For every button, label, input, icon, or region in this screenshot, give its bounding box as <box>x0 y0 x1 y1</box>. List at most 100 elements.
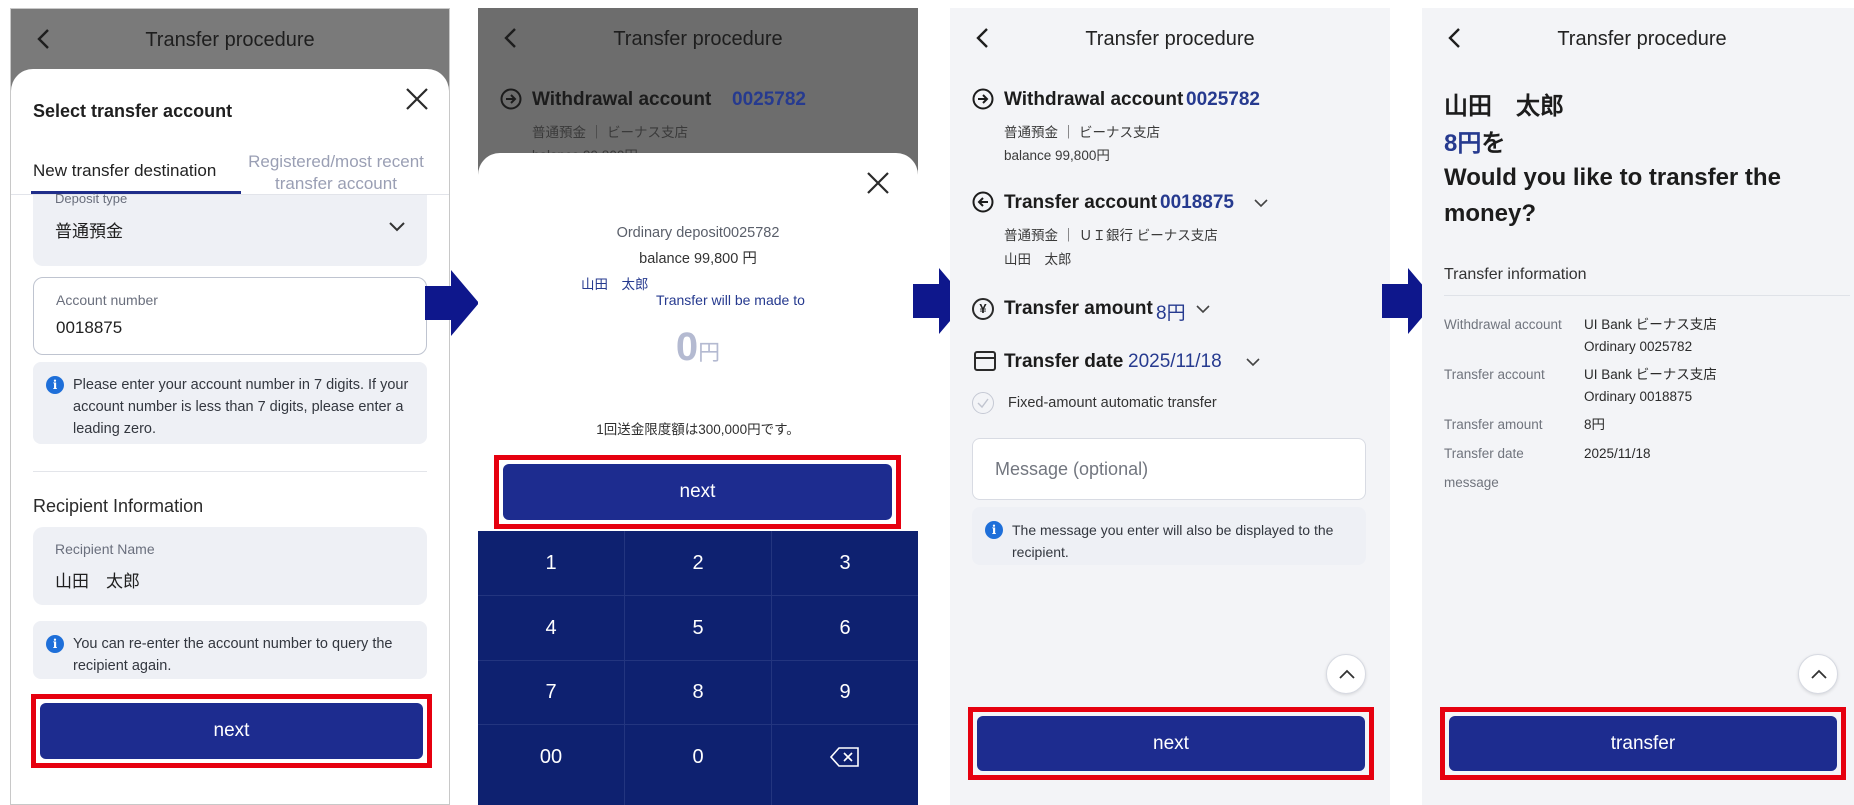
screen-enter-amount: Transfer procedure Withdrawal account 00… <box>478 8 918 805</box>
amount-line: 8円を <box>1444 123 1505 158</box>
amount-label[interactable]: Transfer amount <box>1004 298 1153 320</box>
fixed-amount-label[interactable]: Fixed-amount automatic transfer <box>1008 395 1217 411</box>
header: Transfer procedure <box>478 8 918 68</box>
row-key: message <box>1444 475 1499 490</box>
key-1[interactable]: 1 <box>478 531 624 595</box>
fixed-amount-checkbox[interactable] <box>972 392 994 414</box>
backspace-icon <box>830 747 859 767</box>
message-hint: i The message you enter will also be dis… <box>972 507 1366 565</box>
amount-display: 0円 <box>478 325 918 370</box>
amount-value[interactable]: 8円 <box>1156 298 1186 325</box>
key-00[interactable]: 00 <box>478 725 624 789</box>
yen-circle-icon: ¥ <box>972 298 994 320</box>
header: Transfer procedure <box>11 9 449 69</box>
screen-transfer-details: Transfer procedure Withdrawal account 00… <box>950 8 1390 805</box>
row-value: 2025/11/18 <box>1584 446 1651 461</box>
withdrawal-number: 0025782 <box>1186 89 1260 110</box>
close-icon[interactable] <box>864 169 892 197</box>
account-number-value: 0018875 <box>56 318 123 337</box>
row-key: Transfer account <box>1444 367 1545 382</box>
deposit-type-label: Deposit type <box>55 191 128 206</box>
recipient-name-value: 山田 太郎 <box>55 572 140 591</box>
message-input[interactable]: Message (optional) <box>972 438 1366 500</box>
arrow-right-circle-icon <box>972 88 994 110</box>
chevron-down-icon[interactable] <box>1254 199 1268 208</box>
deposit-type-value: 普通預金 <box>55 222 123 241</box>
recipient-hint: i You can re-enter the account number to… <box>33 621 427 679</box>
row-key: Transfer amount <box>1444 417 1543 432</box>
info-icon: i <box>985 521 1003 539</box>
next-button[interactable]: next <box>40 703 423 759</box>
account-number-field[interactable]: Account number 0018875 <box>33 277 427 355</box>
scroll-top-button[interactable] <box>1798 654 1838 694</box>
tab-new-destination[interactable]: New transfer destination <box>33 161 216 181</box>
numeric-keypad: 1 2 3 4 5 6 7 8 9 00 0 <box>478 531 918 805</box>
next-button-highlight: next <box>31 694 432 768</box>
deposit-type-select[interactable]: Deposit type 普通預金 <box>33 191 427 266</box>
chevron-down-icon <box>389 222 405 232</box>
next-button[interactable]: next <box>977 716 1365 771</box>
withdrawal-label: Withdrawal account <box>532 89 712 110</box>
screen-select-account: Transfer procedure Select transfer accou… <box>10 8 450 805</box>
chevron-down-icon[interactable] <box>1196 305 1210 314</box>
page-title: Transfer procedure <box>1557 28 1727 50</box>
sheet-title: Select transfer account <box>33 101 233 121</box>
key-7[interactable]: 7 <box>478 660 624 724</box>
key-4[interactable]: 4 <box>478 596 624 660</box>
row-value: Ordinary 0018875 <box>1584 389 1693 404</box>
date-value[interactable]: 2025/11/18 <box>1128 351 1222 373</box>
transfer-button-highlight: transfer <box>1440 707 1846 780</box>
page-title: Transfer procedure <box>145 29 315 51</box>
chevron-up-icon <box>1339 669 1355 679</box>
account-number-hint: i Please enter your account number in 7 … <box>33 362 427 444</box>
key-2[interactable]: 2 <box>625 531 771 595</box>
confirm-question: Would you like to transfer the money? <box>1444 164 1781 227</box>
recipient-name-field: Recipient Name 山田 太郎 <box>33 527 427 605</box>
key-5[interactable]: 5 <box>625 596 771 660</box>
page-title: Transfer procedure <box>613 28 783 50</box>
withdrawal-sub: 普通預金 ｜ ビーナス支店 <box>532 125 689 140</box>
next-button-highlight: next <box>968 707 1374 780</box>
date-label[interactable]: Transfer date <box>1004 351 1123 373</box>
transfer-button[interactable]: transfer <box>1449 716 1837 771</box>
key-9[interactable]: 9 <box>772 660 918 724</box>
amount-currency: 円 <box>698 340 721 365</box>
amount-value: 0 <box>675 325 699 369</box>
amount-value: 8円 <box>1444 130 1482 157</box>
flow-stage: Transfer procedure Select transfer accou… <box>0 0 1854 805</box>
transfer-info-divider <box>1444 295 1850 296</box>
recipient-name: 山田 太郎 <box>581 277 649 292</box>
recipient-section-title: Recipient Information <box>33 496 204 516</box>
limit-text: 1回送金限度額は300,000円です。 <box>596 422 800 437</box>
account-number-label: Account number <box>56 292 158 308</box>
scroll-top-button[interactable] <box>1326 654 1366 694</box>
transfer-name: 山田 太郎 <box>1004 252 1072 267</box>
row-value: Ordinary 0025782 <box>1584 339 1693 354</box>
info-icon: i <box>46 376 64 394</box>
tab-registered-account[interactable]: Registered/most recent transfer account <box>236 151 436 195</box>
backspace-key[interactable] <box>772 725 918 789</box>
account-hint-text: Please enter your account number in 7 di… <box>73 377 409 437</box>
key-8[interactable]: 8 <box>625 660 771 724</box>
transfer-account-number[interactable]: 0018875 <box>1160 192 1234 214</box>
transfer-info-title: Transfer information <box>1444 266 1587 283</box>
select-account-sheet: Select transfer account New transfer des… <box>11 69 449 804</box>
section-divider <box>33 471 427 472</box>
message-placeholder: Message (optional) <box>995 459 1149 479</box>
deposit-line: Ordinary deposit0025782 <box>616 225 780 241</box>
message-hint-text: The message you enter will also be displ… <box>1012 522 1334 560</box>
withdrawal-sub: 普通預金 ｜ ビーナス支店 <box>1004 125 1161 140</box>
next-button[interactable]: next <box>503 464 892 520</box>
key-6[interactable]: 6 <box>772 596 918 660</box>
flow-arrow-icon <box>425 270 479 336</box>
close-icon[interactable] <box>403 85 431 113</box>
row-value: 8円 <box>1584 417 1606 432</box>
amount-suffix: を <box>1481 130 1506 157</box>
key-3[interactable]: 3 <box>772 531 918 595</box>
chevron-up-icon <box>1811 669 1827 679</box>
balance-line: balance 99,800 円 <box>639 251 757 267</box>
chevron-down-icon[interactable] <box>1246 358 1260 367</box>
transfer-account-label[interactable]: Transfer account <box>1004 192 1157 214</box>
info-icon: i <box>46 635 64 653</box>
key-0[interactable]: 0 <box>625 725 771 789</box>
